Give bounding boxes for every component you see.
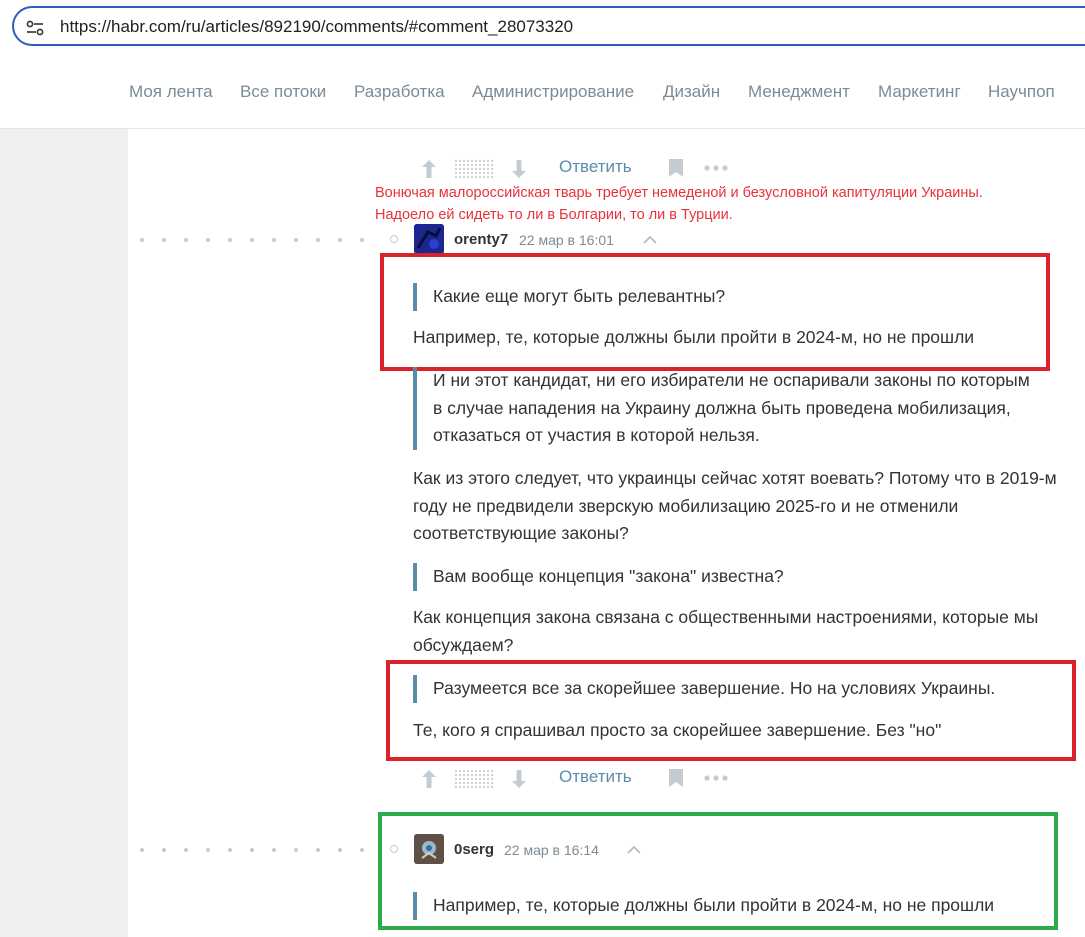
thread-indent-dots xyxy=(140,238,380,244)
nav-administration[interactable]: Администрирование xyxy=(472,82,634,102)
site-settings-icon[interactable] xyxy=(26,19,44,37)
nav-popsci[interactable]: Научпоп xyxy=(988,82,1055,102)
highlight-box-red xyxy=(380,253,1050,371)
highlight-box-green xyxy=(378,812,1058,930)
comment-text: Как концепция закона связана с обществен… xyxy=(413,607,1039,655)
more-icon[interactable] xyxy=(704,773,728,783)
nav-management[interactable]: Менеджмент xyxy=(748,82,850,102)
nav-development[interactable]: Разработка xyxy=(354,82,445,102)
comment-text: Как из этого следует, что украинцы сейча… xyxy=(413,468,1057,543)
bookmark-icon[interactable] xyxy=(668,768,684,788)
overlay-note-line-2: Надоело ей сидеть то ли в Болгарии, то л… xyxy=(375,207,733,223)
upvote-icon[interactable] xyxy=(418,767,440,791)
nav-all-flows[interactable]: Все потоки xyxy=(240,82,326,102)
reply-link[interactable]: Ответить xyxy=(559,157,632,177)
comment-time[interactable]: 22 мар в 16:01 xyxy=(519,232,614,248)
blockquote: Вам вообще концепция "закона" известна? xyxy=(413,563,1033,591)
left-gutter xyxy=(0,129,128,937)
blockquote: И ни этот кандидат, ни его избиратели не… xyxy=(413,367,1033,450)
downvote-icon[interactable] xyxy=(508,157,530,181)
score-placeholder xyxy=(454,159,494,179)
avatar[interactable] xyxy=(414,224,444,254)
nav-design[interactable]: Дизайн xyxy=(663,82,720,102)
comment-author[interactable]: orenty7 xyxy=(454,231,508,248)
overlay-note-line-1: Вонючая малороссийская тварь требует нем… xyxy=(375,185,983,201)
comment-actions: Ответить xyxy=(418,767,738,791)
thread-node-icon xyxy=(390,235,398,243)
upvote-icon[interactable] xyxy=(418,157,440,181)
nav-marketing[interactable]: Маркетинг xyxy=(878,82,961,102)
url-text[interactable]: https://habr.com/ru/articles/892190/comm… xyxy=(60,17,573,37)
score-placeholder xyxy=(454,769,494,789)
prev-comment-actions: Ответить xyxy=(418,157,738,181)
reply-link[interactable]: Ответить xyxy=(559,767,632,787)
browser-address-bar: https://habr.com/ru/articles/892190/comm… xyxy=(0,0,1085,58)
more-icon[interactable] xyxy=(704,163,728,173)
downvote-icon[interactable] xyxy=(508,767,530,791)
chevron-up-icon[interactable] xyxy=(643,234,657,244)
highlight-box-red xyxy=(386,660,1076,761)
thread-indent-dots xyxy=(140,848,380,854)
bookmark-icon[interactable] xyxy=(668,158,684,178)
nav-my-feed[interactable]: Моя лента xyxy=(129,82,213,102)
avatar-image xyxy=(414,224,444,254)
flows-navigation: Моя лента Все потоки Разработка Админист… xyxy=(0,58,1085,129)
